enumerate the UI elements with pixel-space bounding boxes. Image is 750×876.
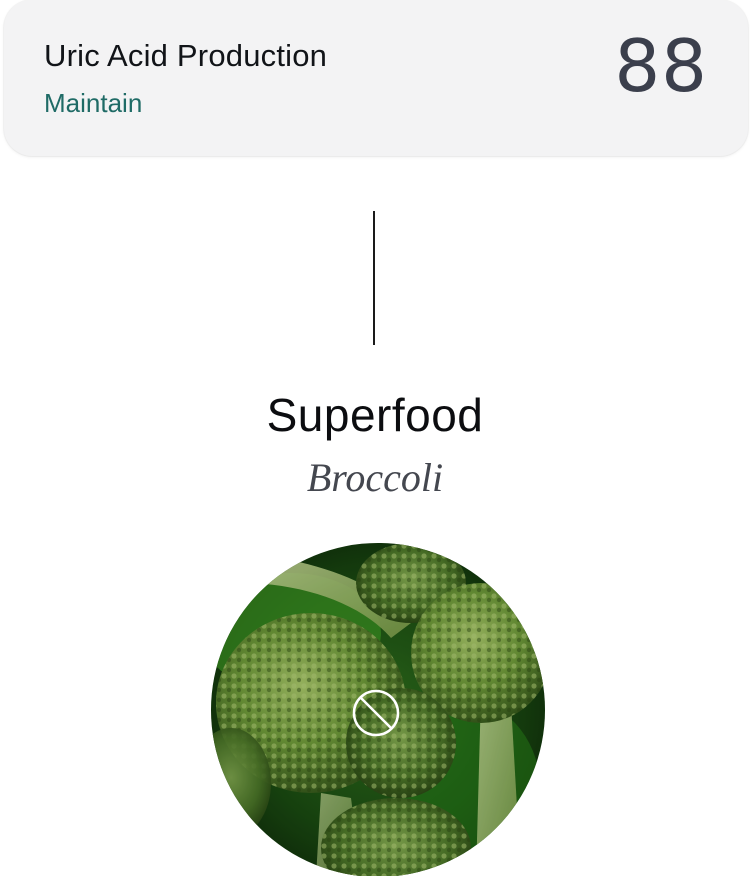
metric-title: Uric Acid Production — [44, 38, 328, 73]
prohibited-icon[interactable] — [351, 688, 401, 738]
metric-card[interactable]: Uric Acid Production Maintain 88 — [4, 0, 748, 156]
screen: Uric Acid Production Maintain 88 Superfo… — [0, 0, 750, 876]
food-name: Broccoli — [306, 455, 444, 500]
food-category: Superfood — [266, 389, 484, 441]
metric-score: 88 — [614, 24, 708, 108]
metric-status: Maintain — [44, 88, 143, 118]
connector-line — [373, 211, 375, 345]
